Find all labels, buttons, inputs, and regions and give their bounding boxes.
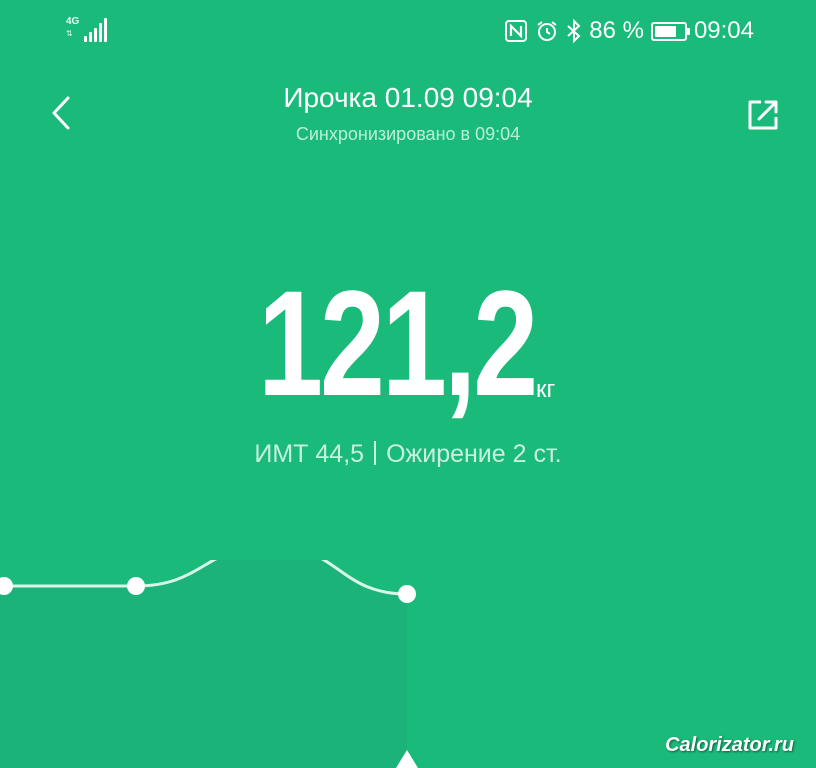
- battery-icon: [650, 21, 690, 41]
- page-title: Ирочка 01.09 09:04: [283, 82, 533, 113]
- battery-percent: 86 %: [589, 17, 644, 44]
- weight-value: 121,2: [258, 259, 538, 427]
- bmi-value: ИМТ 44,5: [254, 440, 365, 468]
- divider: [374, 441, 377, 465]
- share-icon: [748, 100, 778, 130]
- status-right: 86 % 09:04: [504, 14, 754, 48]
- sync-status: Синхронизировано в 09:04: [295, 124, 521, 144]
- weight-unit: кг: [536, 376, 556, 403]
- network-type: 4G: [66, 16, 80, 27]
- data-point[interactable]: [398, 585, 416, 603]
- trend-area: [0, 560, 407, 768]
- watermark: Calorizator.ru: [665, 734, 794, 756]
- share-button[interactable]: [744, 96, 782, 134]
- bluetooth-icon: [566, 19, 582, 43]
- nfc-icon: [504, 19, 528, 43]
- obesity-category: Ожирение 2 ст.: [386, 440, 562, 468]
- status-bar: 4G ⇅ 86 % 09:04: [0, 0, 816, 62]
- signal-icon: 4G ⇅: [66, 16, 108, 44]
- data-arrows-icon: ⇅: [66, 29, 73, 38]
- alarm-icon: [535, 19, 559, 43]
- status-time: 09:04: [693, 17, 754, 44]
- bmi-summary: ИМТ 44,5 Ожирение 2 ст.: [0, 440, 816, 469]
- header: Ирочка 01.09 09:04 Синхронизировано в 09…: [0, 72, 816, 162]
- data-point[interactable]: [127, 577, 145, 595]
